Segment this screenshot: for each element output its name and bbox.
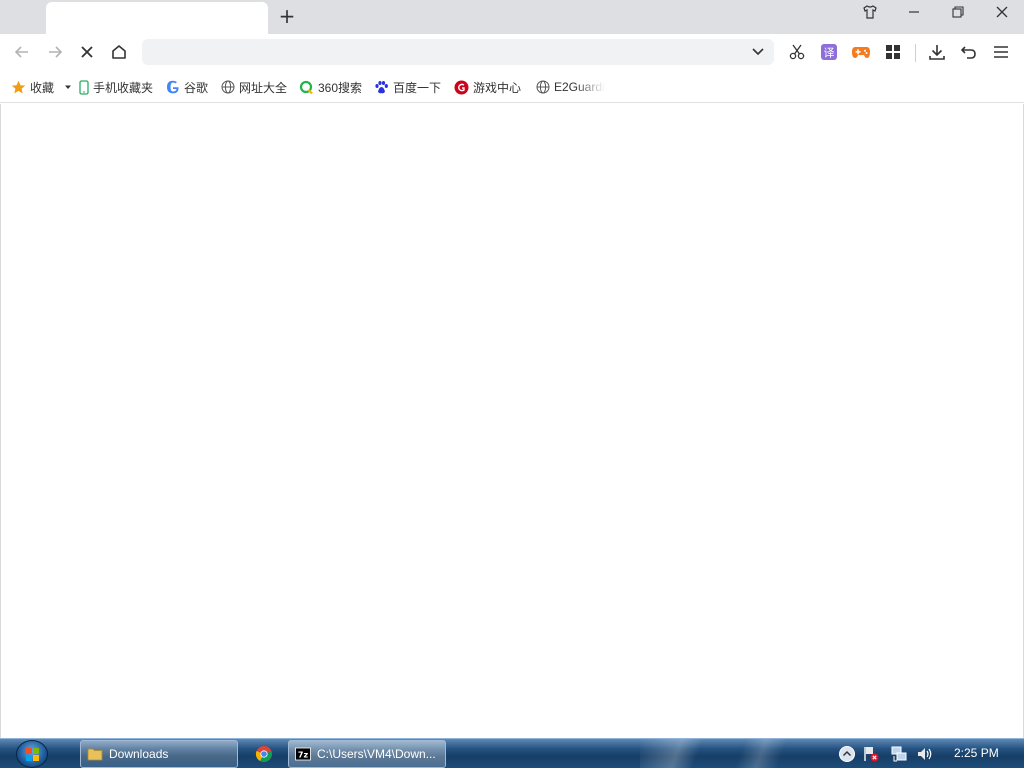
bookmark-favorites[interactable]: 收藏 (11, 78, 54, 96)
skin-icon (863, 5, 877, 19)
minimize-button[interactable] (898, 4, 930, 26)
game-button[interactable] (847, 38, 875, 66)
bookmark-web-directory[interactable]: 网址大全 (220, 78, 287, 96)
menu-button[interactable] (987, 38, 1015, 66)
address-bar[interactable] (142, 39, 774, 65)
taskbar-pinned-chrome[interactable] (248, 740, 280, 768)
screenshot-button[interactable] (783, 38, 811, 66)
tray-arrow-icon[interactable] (838, 745, 856, 763)
chrome-icon (255, 746, 272, 763)
stop-icon (81, 46, 93, 58)
gamepad-icon (852, 47, 870, 58)
minimize-icon (909, 11, 919, 13)
download-button[interactable] (923, 38, 951, 66)
title-bar: + (0, 0, 1024, 34)
arrow-left-icon (14, 46, 28, 58)
globe-icon (220, 80, 235, 95)
home-button[interactable] (105, 38, 133, 66)
google-icon (165, 80, 180, 95)
scissors-icon (789, 44, 805, 60)
apps-grid-icon (886, 45, 900, 59)
bookmarks-overflow-fade (575, 70, 605, 102)
bookmarks-bar: 收藏 手机收藏夹 谷歌 网址大全 360搜索 百度一下 游戏中心 (0, 70, 1024, 103)
home-icon (112, 45, 126, 59)
start-button[interactable] (2, 739, 78, 768)
baidu-paw-icon (374, 80, 389, 95)
7zip-icon: 7z (295, 747, 311, 761)
network-icon[interactable] (890, 745, 908, 763)
chevron-down-icon (752, 48, 764, 56)
translate-glyph: 译 (824, 47, 835, 60)
stop-button[interactable] (73, 38, 101, 66)
phone-icon (78, 79, 89, 95)
arrow-right-icon (49, 46, 63, 58)
taskbar-item-downloads[interactable]: Downloads (80, 740, 238, 768)
toolbar-divider (915, 44, 916, 62)
tab-inactive[interactable] (0, 4, 44, 34)
bookmark-label: 游戏中心 (473, 80, 522, 95)
game-center-icon (454, 80, 469, 95)
bookmark-baidu[interactable]: 百度一下 (374, 78, 441, 96)
skin-button[interactable] (854, 4, 886, 26)
undo-icon (960, 46, 976, 59)
bookmark-google[interactable]: 谷歌 (165, 78, 208, 96)
favorites-dropdown-button[interactable] (63, 78, 73, 96)
taskbar-item-label: Downloads (109, 747, 169, 761)
restore-icon (952, 6, 964, 18)
bookmark-label: 手机收藏夹 (93, 80, 154, 95)
translate-button[interactable]: 译 (815, 38, 843, 66)
download-icon (929, 45, 945, 60)
bookmark-label: 收藏 (30, 80, 55, 95)
taskbar-clock[interactable]: 2:25 PM (954, 746, 999, 760)
globe-icon (535, 80, 550, 95)
volume-icon[interactable] (916, 745, 934, 763)
bookmark-mobile-favorites[interactable]: 手机收藏夹 (78, 78, 153, 96)
undo-button[interactable] (955, 38, 983, 66)
bookmark-360-search[interactable]: 360搜索 (299, 78, 362, 96)
caret-down-icon (65, 85, 71, 89)
new-tab-button[interactable]: + (276, 5, 298, 27)
bookmark-label: 360搜索 (318, 80, 363, 95)
7zip-icon-text: 7z (298, 751, 309, 760)
address-dropdown-button[interactable] (748, 42, 768, 62)
close-icon (996, 6, 1008, 18)
folder-icon (87, 748, 103, 761)
page-content[interactable] (0, 104, 1024, 738)
translate-icon: 译 (821, 44, 837, 60)
back-button[interactable] (8, 38, 36, 66)
close-button[interactable] (986, 4, 1018, 26)
taskbar-glare (640, 739, 840, 768)
windows-start-icon (16, 740, 48, 768)
forward-button[interactable] (41, 38, 69, 66)
bookmark-label: 谷歌 (184, 80, 209, 95)
bookmark-label: 百度一下 (393, 80, 442, 95)
toolbar: 译 (0, 34, 1024, 70)
taskbar-item-label: C:\Users\VM4\Down... (317, 747, 436, 761)
restore-button[interactable] (942, 4, 974, 26)
taskbar-item-7zip[interactable]: 7z C:\Users\VM4\Down... (288, 740, 446, 768)
menu-icon (994, 46, 1008, 58)
star-icon (11, 80, 26, 95)
address-input[interactable] (152, 42, 742, 62)
taskbar: Downloads 7z C:\Users\VM4\Down... 2:25 P… (0, 738, 1024, 768)
action-center-flag-icon[interactable] (862, 745, 880, 763)
bookmark-game-center[interactable]: 游戏中心 (454, 78, 521, 96)
360-search-icon (299, 80, 314, 95)
apps-button[interactable] (879, 38, 907, 66)
bookmark-label: 网址大全 (239, 80, 288, 95)
tab-active[interactable] (46, 2, 268, 34)
